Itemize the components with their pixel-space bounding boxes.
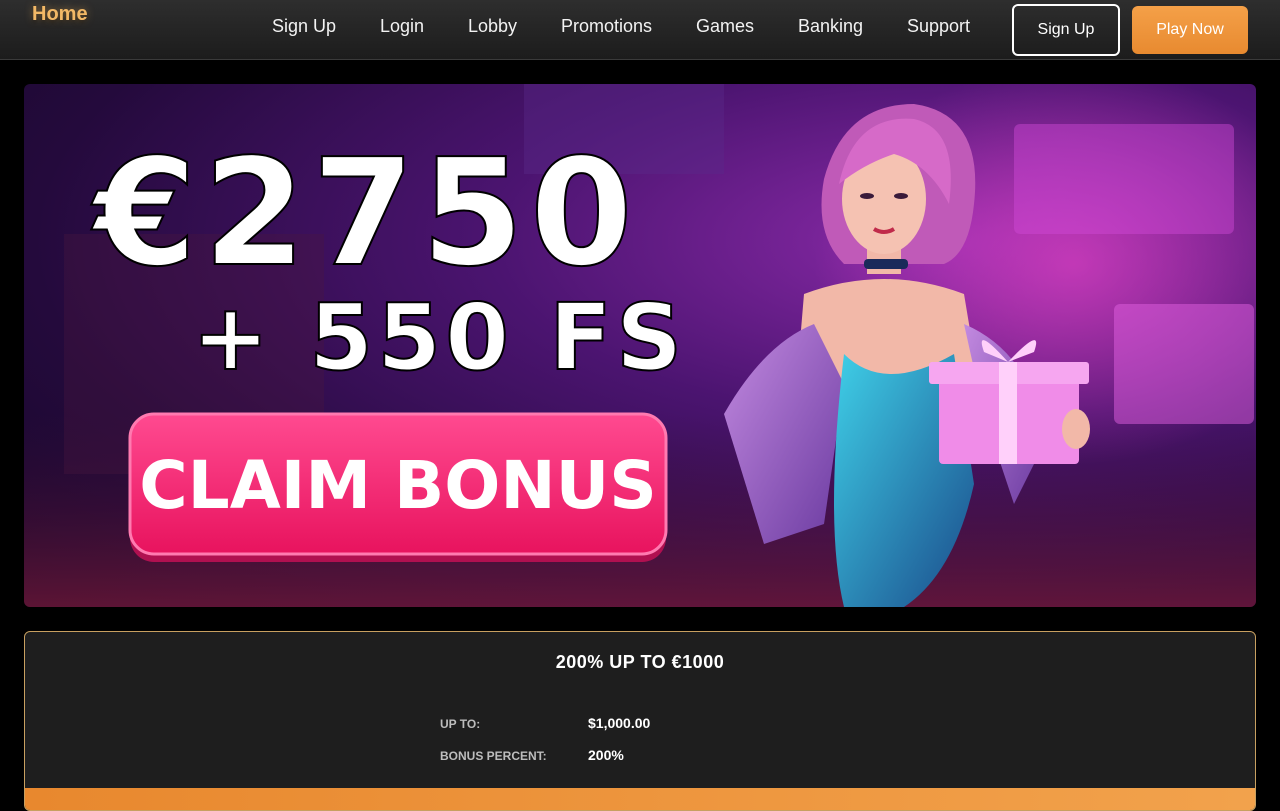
top-header: Home Sign Up Login Lobby Promotions Game…	[0, 0, 1280, 60]
bonus-card: 200% UP TO €1000 UP TO: $1,000.00 BONUS …	[24, 631, 1256, 811]
sign-up-button[interactable]: Sign Up	[1012, 4, 1120, 56]
bonus-amount: €2750	[91, 127, 639, 299]
nav-sign-up[interactable]: Sign Up	[272, 16, 336, 37]
bonus-percent-label: BONUS PERCENT:	[440, 749, 547, 763]
nav-login[interactable]: Login	[380, 16, 424, 37]
banner-artwork: €2750 + 550 FS CLAIM BONUS	[24, 84, 1256, 607]
claim-bonus-label: CLAIM BONUS	[139, 447, 657, 524]
card-action-bar[interactable]	[25, 788, 1255, 810]
home-logo[interactable]: Home	[32, 3, 88, 26]
nav-promotions[interactable]: Promotions	[561, 16, 652, 37]
nav-support[interactable]: Support	[907, 16, 970, 37]
free-spins-text: + 550 FS	[192, 284, 686, 391]
arcade-screen	[1014, 124, 1234, 234]
slot-machine-screen	[1114, 304, 1254, 424]
claim-bonus-button[interactable]: CLAIM BONUS	[128, 412, 668, 562]
nav-lobby[interactable]: Lobby	[468, 16, 517, 37]
up-to-label: UP TO:	[440, 717, 481, 731]
up-to-value: $1,000.00	[588, 715, 651, 731]
promo-banner[interactable]: €2750 + 550 FS CLAIM BONUS	[24, 84, 1256, 607]
play-now-button[interactable]: Play Now	[1132, 6, 1248, 54]
nav-games[interactable]: Games	[696, 16, 754, 37]
bonus-title: 200% UP TO €1000	[555, 652, 725, 672]
bonus-percent-value: 200%	[588, 747, 624, 763]
nav-banking[interactable]: Banking	[798, 16, 863, 37]
